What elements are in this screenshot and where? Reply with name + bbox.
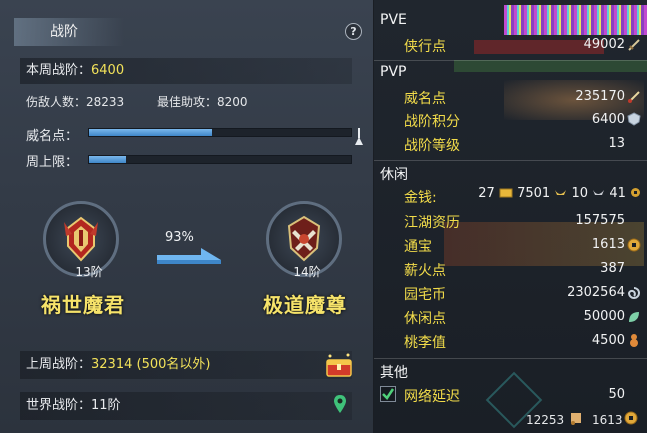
money-label: 金钱: <box>404 190 437 206</box>
mentor-points-value: 4500 <box>591 333 625 348</box>
last-week-rank-row: 上周战阶：32314 (500名以外) <box>20 351 352 379</box>
leisure-points-label: 休闲点 <box>404 311 446 327</box>
coin-icon <box>627 238 641 252</box>
help-button[interactable]: ? <box>345 23 362 40</box>
scroll-icon <box>571 413 581 425</box>
money-copper: 10 <box>571 186 589 201</box>
footer-points-value: 12253 <box>526 413 565 427</box>
fame-progress-fill <box>89 129 213 136</box>
money-other: 41 <box>609 186 626 201</box>
jianghu-seniority-label: 江湖资历 <box>404 215 460 231</box>
estate-coin-value: 2302564 <box>567 285 625 300</box>
money-gold: 27 <box>478 186 495 201</box>
world-rank-label: 世界战阶： <box>26 398 92 413</box>
progress-arrow-icon <box>157 248 221 264</box>
sword-icon <box>628 39 640 51</box>
jianghu-seniority-value: 157575 <box>575 213 625 228</box>
fame-points-label: 威名点 <box>404 91 446 107</box>
firewood-points-value: 387 <box>600 261 625 276</box>
last-week-label: 上周战阶： <box>26 357 92 372</box>
enemies-defeated: 伤敌人数：28233 <box>26 95 125 109</box>
chivalry-points-value: 49002 <box>583 37 625 52</box>
last-week-value: 32314 (500名以外) <box>91 357 211 372</box>
green-banner-decoration <box>454 60 647 72</box>
money-values: 27 7501 10 41 <box>478 186 641 201</box>
leisure-points-value: 50000 <box>583 309 625 324</box>
pve-header: PVE <box>380 12 407 28</box>
demon-venerable-icon <box>287 215 321 262</box>
weekly-cap-bar <box>88 155 352 164</box>
weekly-rank-label: 本周战阶： <box>26 63 92 78</box>
weekly-rank-value: 6400 <box>91 63 125 78</box>
latency-checkbox[interactable] <box>380 386 396 402</box>
fame-progress-bar <box>88 128 352 137</box>
gold-sycee-icon <box>555 190 567 195</box>
divider <box>374 358 647 359</box>
mentor-points-label: 桃李值 <box>404 335 446 351</box>
current-rank-name: 祸世魔君 <box>41 293 125 317</box>
fame-points-value: 235170 <box>575 89 625 104</box>
crest-icon <box>627 112 641 126</box>
swirl-icon <box>627 287 640 299</box>
gourd-icon <box>630 334 638 347</box>
footer-tongbao-value: 1613 <box>592 413 623 427</box>
rank-level-label: 战阶等级 <box>404 138 460 154</box>
leisure-header: 休闲 <box>380 167 408 183</box>
current-rank-level: 13阶 <box>75 265 103 279</box>
network-latency-value: 50 <box>608 387 625 402</box>
next-rank-name: 极道魔尊 <box>263 293 347 317</box>
gold-ingot-icon <box>499 188 513 198</box>
footer-coin-icon <box>624 411 638 425</box>
network-latency-label: 网络延迟 <box>404 389 460 405</box>
estate-coin-label: 园宅币 <box>404 287 446 303</box>
tongbao-label: 通宝 <box>404 239 432 255</box>
tongbao-value: 1613 <box>591 237 625 252</box>
blade-icon <box>628 91 640 103</box>
next-rank-level: 14阶 <box>293 265 321 279</box>
money-silver: 7501 <box>517 186 551 201</box>
divider <box>374 160 647 161</box>
currency-panel: PVE 侠行点 49002 PVP 威名点 235170 战阶积分 6400 战… <box>374 0 647 433</box>
weekly-rank-row: 本周战阶：6400 <box>20 58 352 84</box>
other-header: 其他 <box>380 365 408 381</box>
chivalry-points-label: 侠行点 <box>404 39 446 55</box>
world-rank-row: 世界战阶：11阶 <box>20 392 352 420</box>
leaf-icon <box>629 312 639 322</box>
rank-panel: 战阶 ? 本周战阶：6400 伤敌人数：28233 最佳助攻：8200 威名点：… <box>0 0 374 433</box>
fame-label: 威名点： <box>26 129 79 144</box>
weekly-cap-fill <box>89 156 126 163</box>
best-assists: 最佳助攻：8200 <box>157 95 248 109</box>
rank-level-value: 13 <box>608 136 625 151</box>
silver-sycee-icon <box>593 190 605 195</box>
pvp-header: PVP <box>380 64 407 80</box>
copper-coin-icon <box>631 188 640 197</box>
world-rank-value: 11阶 <box>91 398 121 413</box>
rank-progress-percent: 93% <box>165 230 194 245</box>
firewood-points-label: 薪火点 <box>404 263 446 279</box>
demon-lord-icon <box>64 216 98 262</box>
checkmark-icon <box>382 388 395 400</box>
location-pin-icon[interactable] <box>333 394 347 414</box>
reward-chest-icon[interactable] <box>325 352 353 378</box>
striped-banner-decoration <box>504 5 647 35</box>
rank-score-label: 战阶积分 <box>404 114 460 130</box>
rank-score-value: 6400 <box>591 112 625 127</box>
cap-marker-icon <box>355 128 363 145</box>
divider <box>374 60 647 61</box>
panel-title: 战阶 <box>14 18 124 46</box>
weekly-cap-label: 周上限： <box>26 155 79 170</box>
